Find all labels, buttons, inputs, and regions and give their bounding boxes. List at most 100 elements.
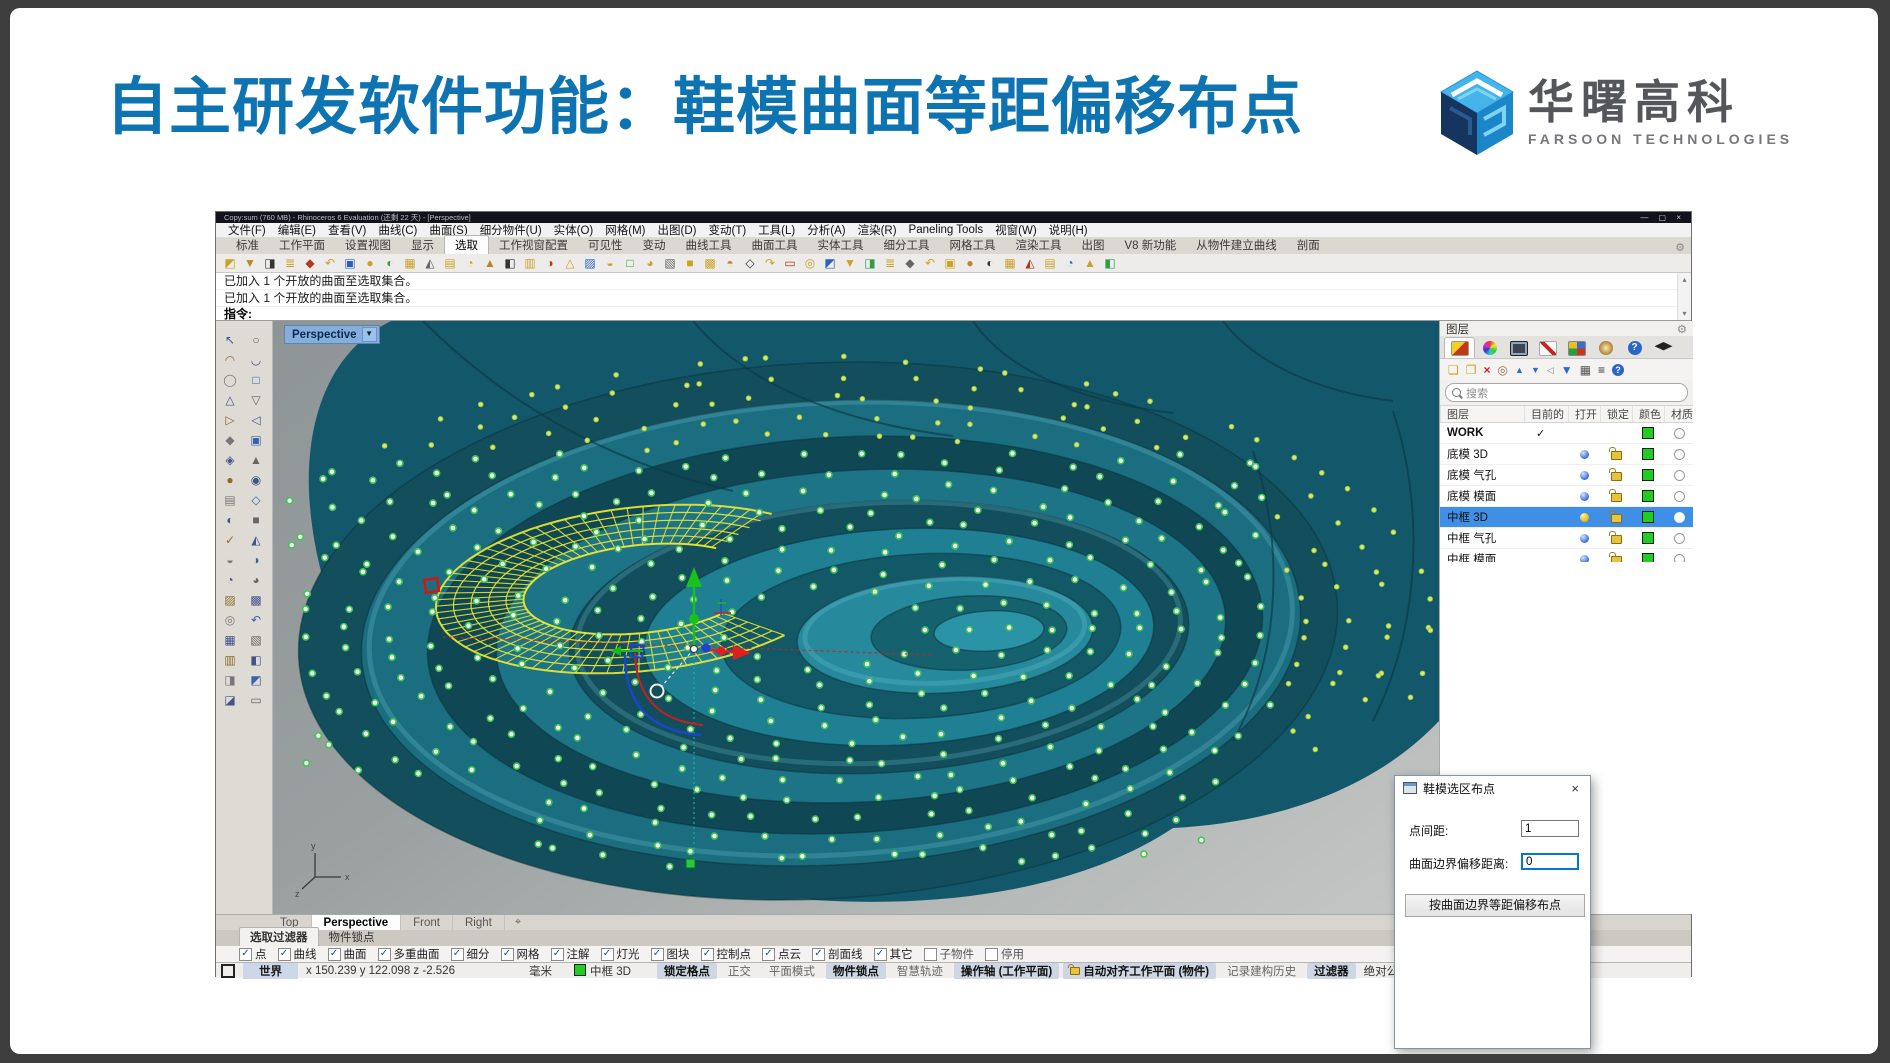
status-toggle[interactable]: 记录建构历史 (1220, 963, 1303, 979)
lock-icon[interactable] (1611, 535, 1622, 544)
tool-icon[interactable]: □ (244, 371, 268, 390)
toolbar-icon[interactable]: ■ (680, 254, 700, 272)
toolbar-icon[interactable]: ▲ (480, 254, 500, 272)
visibility-bulb-icon[interactable] (1580, 534, 1589, 543)
tool-icon[interactable]: ◭ (244, 531, 268, 550)
current-layer-indicator[interactable]: 中框 3D (574, 963, 631, 979)
toolbar-options-gear-icon[interactable]: ⚙ (1675, 241, 1685, 254)
toolbar-icon[interactable]: ◨ (260, 254, 280, 272)
lock-icon[interactable] (1611, 451, 1622, 460)
material-icon[interactable] (1674, 470, 1685, 481)
filter-item[interactable]: 网格 (501, 946, 540, 962)
filter-item[interactable]: 停用 (985, 946, 1024, 962)
tool-icon[interactable]: ◠ (218, 351, 242, 370)
tool-icon[interactable]: ◯ (218, 371, 242, 390)
filter-item[interactable]: 点 (239, 946, 267, 962)
tool-icon[interactable]: ◧ (244, 651, 268, 670)
toolbar-icon[interactable]: ● (360, 254, 380, 272)
tool-icon[interactable]: ◪ (218, 691, 242, 710)
panel-gear-icon[interactable]: ⚙ (1677, 322, 1687, 336)
toolbar-icon[interactable]: ◧ (500, 254, 520, 272)
tool-icon[interactable]: ◕ (244, 571, 268, 590)
status-toggle[interactable]: 智慧轨迹 (890, 963, 950, 979)
tool-icon[interactable]: ◇ (244, 491, 268, 510)
toolbar-tab[interactable]: 剖面 (1287, 236, 1330, 254)
layer-color-swatch[interactable] (1642, 532, 1654, 544)
tool-icon[interactable]: ↖ (218, 331, 242, 350)
filter-checkbox[interactable] (378, 948, 391, 961)
new-layer-icon[interactable]: ❏ (1448, 363, 1459, 377)
toolbar-tab[interactable]: 曲线工具 (676, 236, 742, 254)
delete-layer-icon[interactable]: × (1484, 363, 1491, 377)
filter-checkbox[interactable] (874, 948, 887, 961)
lock-icon[interactable] (1611, 472, 1622, 481)
filter-checkbox[interactable] (328, 948, 341, 961)
move-up-icon[interactable]: ▲ (1515, 363, 1524, 377)
filter-item[interactable]: 点云 (762, 946, 801, 962)
grid-view-icon[interactable]: ▦ (1580, 363, 1591, 377)
scroll-up-icon[interactable]: ▴ (1682, 275, 1686, 284)
window-controls[interactable]: — ▢ × (1640, 212, 1685, 223)
layer-row[interactable]: 底模 3D ✓ (1440, 444, 1693, 465)
tool-icon[interactable]: ▧ (244, 631, 268, 650)
scroll-down-icon[interactable]: ▾ (1682, 309, 1686, 318)
toolbar-tab[interactable]: 选取 (444, 235, 489, 254)
layer-color-swatch[interactable] (1642, 511, 1654, 523)
toolbar-tab[interactable]: 细分工具 (874, 236, 940, 254)
filter-item[interactable]: 其它 (874, 946, 913, 962)
move-down-icon[interactable]: ▼ (1531, 363, 1540, 377)
filter-item[interactable]: 剖面线 (812, 946, 863, 962)
toolbar-tab[interactable]: 工作视窗配置 (489, 236, 578, 254)
tool-icon[interactable]: ◈ (218, 451, 242, 470)
tool-icon[interactable]: ◩ (244, 671, 268, 690)
tool-icon[interactable]: ▷ (218, 411, 242, 430)
layer-row[interactable]: 中框 气孔 ✓ (1440, 528, 1693, 549)
apply-offset-button[interactable]: 按曲面边界等距偏移布点 (1405, 894, 1585, 917)
toolbar-icon[interactable]: ▣ (940, 254, 960, 272)
tool-icon[interactable]: ● (218, 471, 242, 490)
viewport-title[interactable]: Perspective (292, 329, 357, 341)
toolbar-icon[interactable]: ◧ (1100, 254, 1120, 272)
filter-checkbox[interactable] (985, 948, 998, 961)
tool-icon[interactable]: ◆ (218, 431, 242, 450)
tool-icon[interactable]: ▲ (244, 451, 268, 470)
filter-item[interactable]: 图块 (651, 946, 690, 962)
lock-icon[interactable] (1611, 493, 1622, 502)
filter-funnel-icon[interactable]: ▼ (1561, 363, 1573, 377)
status-toggle[interactable]: 锁定格点 (657, 963, 717, 979)
toolbar-tab[interactable]: 渲染工具 (1006, 236, 1072, 254)
tab-monitor[interactable] (1504, 338, 1533, 358)
layer-row[interactable]: 中框 3D ✓ (1440, 507, 1693, 528)
tool-icon[interactable]: ◎ (218, 611, 242, 630)
filter-checkbox[interactable] (924, 948, 937, 961)
filter-checkbox[interactable] (701, 948, 714, 961)
toolbar-icon[interactable]: ▣ (340, 254, 360, 272)
toolbar-icon[interactable]: ● (960, 254, 980, 272)
material-icon[interactable] (1674, 428, 1685, 439)
layer-row[interactable]: WORK ✓ (1440, 423, 1693, 444)
perspective-viewport[interactable]: Perspective ▼ xyz (273, 321, 1439, 914)
dialog-close-icon[interactable]: × (1568, 781, 1582, 796)
layer-row[interactable]: 底模 模面 ✓ (1440, 486, 1693, 507)
toolbar-icon[interactable]: ◭ (1020, 254, 1040, 272)
material-icon[interactable] (1674, 533, 1685, 544)
tool-icon[interactable]: ▽ (244, 391, 268, 410)
toolbar-icon[interactable]: ◐ (980, 254, 1000, 272)
menu-item[interactable]: Paneling Tools (903, 224, 990, 236)
tool-icon[interactable]: ▦ (218, 631, 242, 650)
toolbar-icon[interactable]: ▦ (400, 254, 420, 272)
tool-icon[interactable]: ◉ (244, 471, 268, 490)
toolbar-icon[interactable]: ◑ (540, 254, 560, 272)
filter-checkbox[interactable] (278, 948, 291, 961)
toolbar-icon[interactable]: ◩ (820, 254, 840, 272)
toolbar-tab[interactable]: 设置视图 (335, 236, 401, 254)
filter-item[interactable]: 曲线 (278, 946, 317, 962)
toolbar-tab[interactable]: 工作平面 (269, 236, 335, 254)
toolbar-icon[interactable]: ▤ (1040, 254, 1060, 272)
material-icon[interactable] (1674, 449, 1685, 460)
visibility-bulb-icon[interactable] (1580, 513, 1589, 522)
toolbar-tab[interactable]: 出图 (1072, 236, 1115, 254)
layer-color-swatch[interactable] (1642, 448, 1654, 460)
viewport-toggle-icon[interactable] (221, 964, 235, 978)
layer-color-swatch[interactable] (1642, 490, 1654, 502)
